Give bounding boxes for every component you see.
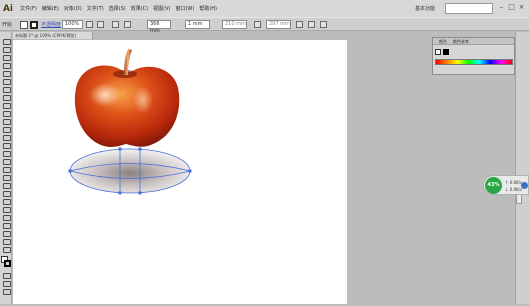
stroke-swatch-icon[interactable] xyxy=(443,49,449,55)
y-field[interactable]: 1 mm xyxy=(185,20,210,29)
artboard[interactable] xyxy=(13,40,347,304)
workspace-switcher[interactable]: 基本功能 xyxy=(415,5,435,12)
zoom-tool-icon[interactable] xyxy=(2,246,11,253)
apple-highlight-2 xyxy=(133,86,153,114)
menu-help[interactable]: 帮助(H) xyxy=(199,5,217,12)
lasso-tool-icon[interactable] xyxy=(2,62,11,69)
fill-swatch-icon[interactable] xyxy=(435,49,441,55)
rotate-tool-icon[interactable] xyxy=(2,126,11,133)
link-icon[interactable] xyxy=(254,21,261,28)
opacity-field[interactable]: 100% xyxy=(62,20,83,29)
shape-builder-tool-icon[interactable] xyxy=(2,158,11,165)
selection-tool-icon[interactable] xyxy=(2,38,11,45)
tab-color-guide[interactable]: 颜色参考 xyxy=(453,39,469,44)
style-icon[interactable] xyxy=(97,21,104,28)
artwork-canvas xyxy=(68,49,192,195)
search-input[interactable] xyxy=(445,3,493,14)
menu-file[interactable]: 文件(F) xyxy=(20,5,37,12)
artboard-tool-icon[interactable] xyxy=(2,222,11,229)
menu-effect[interactable]: 效果(C) xyxy=(131,5,148,12)
menu-edit[interactable]: 编辑(E) xyxy=(42,5,59,12)
menu-bar: Ai 文件(F) 编辑(E) 对象(O) 文字(T) 选择(S) 效果(C) 视… xyxy=(0,0,529,17)
color-mode-icon[interactable] xyxy=(2,272,11,279)
widget-badge: 43% xyxy=(485,177,502,194)
app-logo: Ai xyxy=(2,3,14,14)
tab-color[interactable]: 颜色 xyxy=(439,39,447,44)
color-panel: 颜色 颜色参考 xyxy=(432,37,515,75)
minimize-icon[interactable]: – xyxy=(498,4,505,11)
magic-wand-tool-icon[interactable] xyxy=(2,54,11,61)
apple-highlight xyxy=(89,83,121,107)
fill-swatch[interactable] xyxy=(20,21,28,29)
control-bar-label: 开始 xyxy=(2,22,13,28)
x-field[interactable]: 366 mm xyxy=(147,20,171,34)
network-monitor-widget[interactable]: 43% ↑ 0.6K/s ↓ 0.9K/s xyxy=(483,175,529,195)
mesh-tool-icon[interactable] xyxy=(2,174,11,181)
perspective-tool-icon[interactable] xyxy=(2,166,11,173)
fill-stroke-swatches[interactable] xyxy=(435,49,451,55)
document-tab[interactable]: 未标题-1* @ 100% (CMYK/预览) xyxy=(13,32,93,39)
free-transform-tool-icon[interactable] xyxy=(2,150,11,157)
opacity-label[interactable]: 不透明度 xyxy=(41,21,61,28)
menu-icon[interactable] xyxy=(320,21,327,28)
menu-view[interactable]: 视图(V) xyxy=(153,5,170,12)
type-tool-icon[interactable] xyxy=(2,78,11,85)
menu-window[interactable]: 窗口(W) xyxy=(175,5,194,12)
menu-object[interactable]: 对象(O) xyxy=(64,5,82,12)
symbol-sprayer-tool-icon[interactable] xyxy=(2,206,11,213)
color-spectrum[interactable] xyxy=(435,59,513,65)
screen-mode-icon[interactable] xyxy=(2,288,11,295)
download-speed: ↓ 0.9K/s xyxy=(505,187,523,192)
blend-tool-icon[interactable] xyxy=(2,198,11,205)
warp-tool-icon[interactable] xyxy=(2,142,11,149)
tools-panel xyxy=(0,32,12,304)
stroke-swatch[interactable] xyxy=(30,21,38,29)
distribute-icon[interactable] xyxy=(124,21,131,28)
align-icon[interactable] xyxy=(112,21,119,28)
transform-icon[interactable] xyxy=(296,21,303,28)
direct-selection-tool-icon[interactable] xyxy=(2,46,11,53)
slice-tool-icon[interactable] xyxy=(2,230,11,237)
graph-tool-icon[interactable] xyxy=(2,214,11,221)
pen-tool-icon[interactable] xyxy=(2,70,11,77)
close-icon[interactable]: × xyxy=(518,4,525,11)
pasteboard[interactable] xyxy=(347,40,515,304)
line-tool-icon[interactable] xyxy=(2,86,11,93)
isolate-icon[interactable] xyxy=(308,21,315,28)
dropdown-icon[interactable] xyxy=(86,21,93,28)
brush-tool-icon[interactable] xyxy=(2,102,11,109)
scale-tool-icon[interactable] xyxy=(2,134,11,141)
pencil-tool-icon[interactable] xyxy=(2,110,11,117)
color-panel-header: 颜色 颜色参考 xyxy=(433,38,514,45)
hand-tool-icon[interactable] xyxy=(2,238,11,245)
maximize-icon[interactable]: □ xyxy=(508,4,515,11)
menu-type[interactable]: 文字(T) xyxy=(87,5,104,12)
width-field[interactable]: 210 mm xyxy=(222,20,247,29)
stroke-color-icon[interactable] xyxy=(4,260,11,267)
widget-status-icon xyxy=(521,182,528,189)
vertical-scrollbar[interactable] xyxy=(515,32,529,304)
height-field[interactable]: 297 mm xyxy=(266,20,291,29)
rectangle-tool-icon[interactable] xyxy=(2,94,11,101)
gradient-tool-icon[interactable] xyxy=(2,182,11,189)
control-bar: 开始 不透明度 100% 366 mm 1 mm 210 mm 297 mm xyxy=(0,17,529,34)
eyedropper-tool-icon[interactable] xyxy=(2,190,11,197)
menu-select[interactable]: 选择(S) xyxy=(109,5,126,12)
eraser-tool-icon[interactable] xyxy=(2,118,11,125)
upload-speed: ↑ 0.6K/s xyxy=(505,180,523,185)
draw-mode-icon[interactable] xyxy=(2,280,11,287)
